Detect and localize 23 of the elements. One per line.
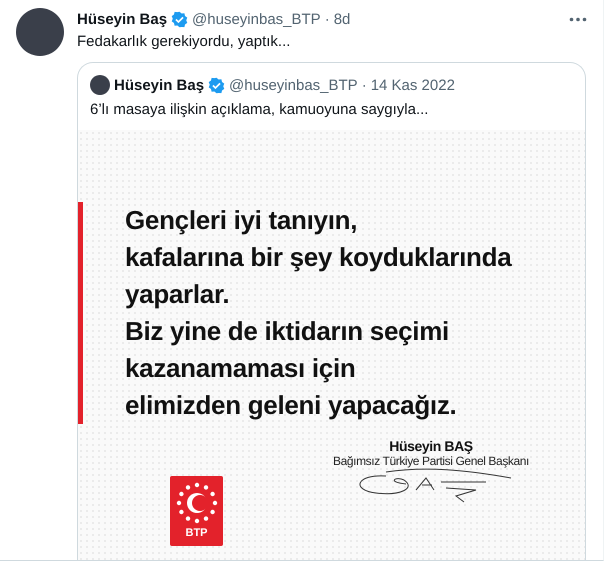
statement-line: kafalarına bir şey koyduklarında xyxy=(125,241,512,274)
statement-line: yaparlar. xyxy=(125,278,230,311)
statement-line: Biz yine de iktidarın seçimi xyxy=(125,315,450,348)
timestamp: 14 Kas 2022 xyxy=(370,76,455,94)
separator: · xyxy=(362,76,367,94)
more-options-icon[interactable] xyxy=(569,16,587,22)
avatar[interactable] xyxy=(16,8,64,56)
statement-line: elimizden geleni yapacağız. xyxy=(125,389,458,422)
party-logo: BTP xyxy=(170,476,223,546)
author-name[interactable]: Hüseyin Baş xyxy=(77,10,168,28)
separator: · xyxy=(324,10,330,28)
statement-line: kazanamaması için xyxy=(125,352,356,385)
quoted-tweet-text: 6’lı masaya ilişkin açıklama, kamuoyuna saygıyla... xyxy=(89,100,430,120)
signer-title: Bağımsız Türkiye Partisi Genel Başkanı xyxy=(333,454,529,468)
author-handle: @huseyinbas_BTP xyxy=(229,76,358,94)
avatar xyxy=(90,75,110,95)
timestamp[interactable]: 8d xyxy=(334,10,350,28)
signer-name: Hüseyin BAŞ xyxy=(389,438,473,454)
statement-line: Gençleri iyi tanıyın, xyxy=(125,204,358,237)
statement-image[interactable]: Gençleri iyi tanıyın, kafalarına bir şey koyduklarında yaparlar. Biz yine de iktidarın seçimi kazanamaması için elimizden geleni yapacağız. BTP Hüseyin BAŞ Bağımsız Türkiye Partisi Genel Başkanı xyxy=(78,130,585,560)
author-handle[interactable]: @huseyinbas_BTP xyxy=(192,10,321,28)
author-name: Hüseyin Baş xyxy=(114,76,204,94)
tweet-text: Fedakarlık gerekiyordu, yaptık... xyxy=(77,33,292,50)
